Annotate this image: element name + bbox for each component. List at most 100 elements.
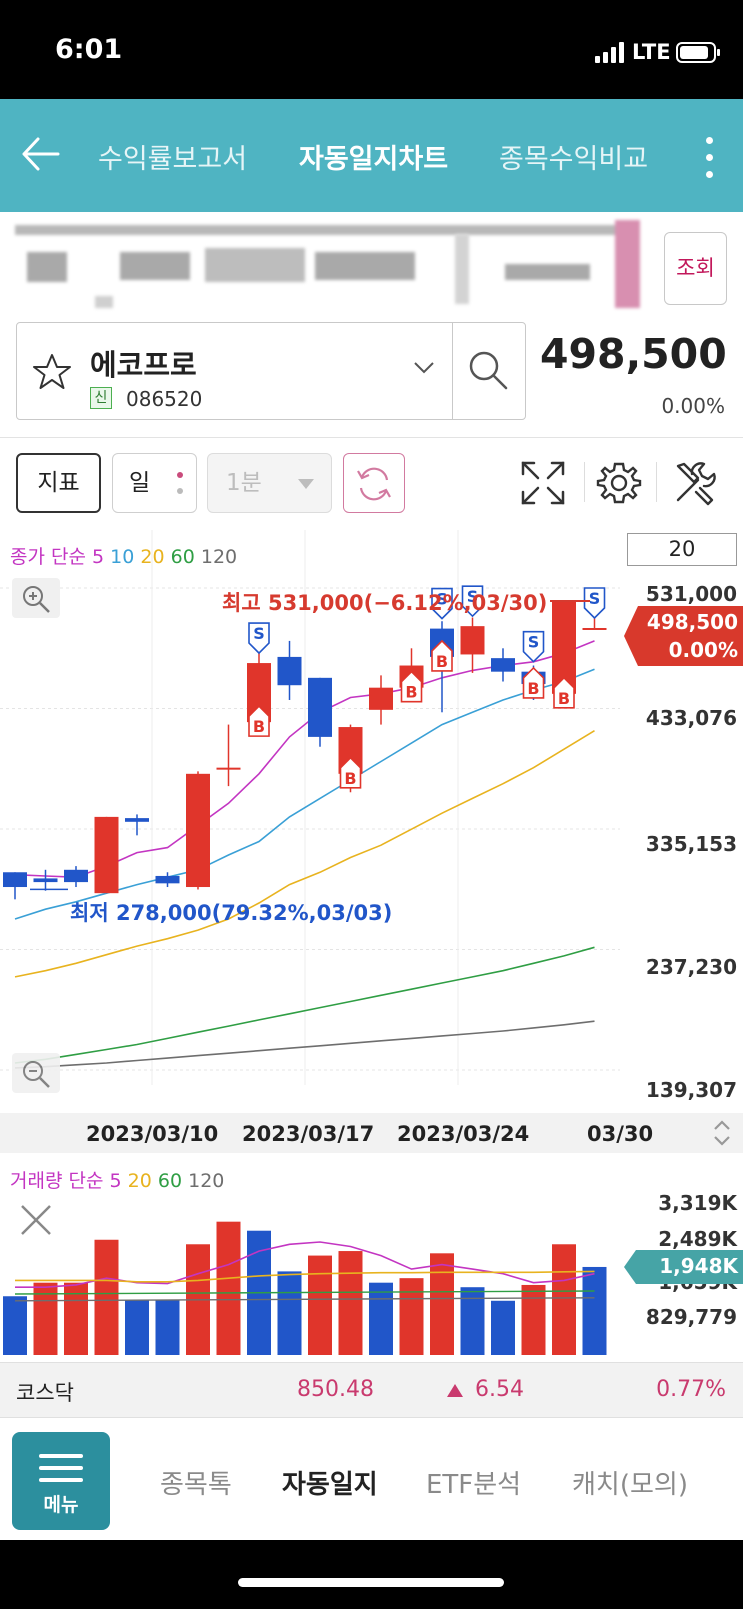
nav-etf-analysis[interactable]: ETF분석	[426, 1464, 521, 1501]
volume-current-value: 1,948K	[659, 1254, 738, 1278]
volume-legend-ma5: 5	[109, 1170, 122, 1192]
candle-body	[125, 818, 149, 822]
zoom-out-icon	[23, 1061, 50, 1088]
volume-bar	[491, 1300, 515, 1355]
volume-bar	[521, 1284, 546, 1355]
marker-label: B	[436, 652, 448, 671]
zoom-out-button[interactable]	[12, 1053, 60, 1093]
low-annotation: 최저 278,000(79.32%,03/03)	[70, 901, 393, 925]
star-favorite-icon[interactable]	[32, 352, 72, 392]
nav-stock-talk[interactable]: 종목톡	[160, 1464, 232, 1501]
volume-legend-prefix: 거래량 단순	[10, 1170, 104, 1192]
candle-body	[3, 872, 27, 888]
marker-label: B	[344, 769, 356, 788]
tab-profit-report[interactable]: 수익률보고서	[98, 137, 247, 176]
candle-body	[64, 869, 88, 883]
marker-label: S	[589, 589, 601, 608]
volume-legend: 거래량 단순 5 20 60 120	[10, 1166, 224, 1193]
menu-button[interactable]: 메뉴	[12, 1432, 110, 1530]
caret-down-icon	[298, 479, 314, 489]
marker-label: B	[253, 717, 265, 736]
home-indicator-area	[0, 1540, 743, 1609]
back-arrow-icon[interactable]	[20, 133, 62, 175]
tab-auto-journal-chart[interactable]: 자동일지차트	[299, 137, 448, 176]
market-change-pct: 0.77%	[656, 1377, 726, 1402]
sell-marker: S	[522, 630, 545, 663]
nav-auto-journal[interactable]: 자동일지	[282, 1464, 378, 1501]
period-label: 일	[129, 470, 151, 496]
chevron-down-icon[interactable]	[412, 360, 436, 376]
tab-stock-profit-compare[interactable]: 종목수익비교	[499, 137, 648, 176]
account-selector[interactable]	[15, 220, 655, 315]
zoom-in-button[interactable]	[12, 578, 60, 618]
period-selector[interactable]: 일	[112, 453, 197, 513]
current-price: 498,500	[540, 330, 727, 378]
inquiry-button[interactable]: 조회	[664, 232, 727, 305]
up-triangle-icon	[447, 1384, 463, 1397]
volume-bar	[582, 1266, 607, 1355]
volume-bar	[216, 1221, 241, 1355]
candle-body	[155, 875, 180, 884]
x-tick-date: 2023/03/10	[86, 1122, 219, 1146]
volume-bar	[155, 1299, 180, 1355]
x-tick-date: 2023/03/24	[397, 1122, 530, 1146]
market-change: 6.54	[475, 1377, 524, 1402]
refresh-button[interactable]	[343, 453, 405, 513]
y-tick-price: 531,000	[645, 582, 737, 606]
candle-body	[582, 627, 607, 630]
candle-body	[308, 677, 332, 737]
selector-divider	[452, 322, 453, 420]
candle-body	[186, 773, 210, 888]
scroll-updown-icon[interactable]	[712, 1118, 732, 1148]
fullscreen-icon[interactable]	[518, 458, 568, 508]
stock-code: 086520	[126, 387, 203, 411]
market-index-bar[interactable]: 코스닥 850.48 6.54 0.77%	[0, 1362, 743, 1418]
gear-icon[interactable]	[596, 460, 642, 506]
candle-body	[94, 816, 119, 894]
y-tick-price: 433,076	[645, 706, 737, 730]
volume-bar	[338, 1251, 363, 1355]
price-change-pct: 0.00%	[661, 394, 725, 418]
volume-legend-ma60: 60	[157, 1170, 183, 1192]
marker-label: B	[527, 679, 539, 698]
battery-icon	[676, 42, 720, 63]
network-type: LTE	[632, 40, 671, 64]
current-price-tag-pct: 0.00%	[668, 638, 738, 662]
zoom-in-icon	[23, 586, 50, 613]
volume-legend-ma120: 120	[188, 1170, 225, 1192]
status-time: 6:01	[55, 34, 123, 65]
more-menu-icon[interactable]	[703, 135, 717, 181]
volume-bar	[94, 1239, 119, 1355]
y-tick-price: 237,230	[645, 955, 737, 979]
tools-icon[interactable]	[672, 460, 718, 506]
volume-bar	[552, 1244, 576, 1355]
interval-selector: 1분	[207, 453, 332, 513]
current-price-tag-value: 498,500	[646, 610, 738, 634]
y-tick-volume: 3,319K	[658, 1191, 737, 1215]
refresh-icon	[357, 467, 391, 501]
toolbar-divider	[0, 437, 743, 438]
toolbar-sep	[656, 462, 657, 502]
volume-bar	[430, 1253, 454, 1355]
marker-label: S	[253, 624, 265, 643]
indicator-button[interactable]: 지표	[16, 453, 101, 513]
search-icon[interactable]	[466, 348, 510, 392]
volume-bar	[308, 1255, 332, 1355]
volume-bar	[369, 1282, 393, 1355]
y-tick-volume: 829,779	[645, 1305, 737, 1329]
credit-badge: 신	[90, 387, 112, 409]
volume-bar	[460, 1287, 485, 1355]
volume-legend-ma20: 20	[127, 1170, 152, 1192]
volume-bar	[277, 1271, 302, 1355]
nav-catch-mock[interactable]: 캐치(모의)	[572, 1464, 688, 1501]
candle-body	[33, 878, 58, 883]
y-tick-volume: 2,489K	[658, 1227, 737, 1251]
marker-label: B	[558, 689, 570, 708]
candle-body	[277, 656, 302, 686]
volume-bar	[399, 1278, 424, 1355]
market-name: 코스닥	[16, 1381, 74, 1405]
x-tick-date: 03/30	[587, 1122, 654, 1146]
period-dots-icon	[177, 472, 183, 496]
marker-label: B	[405, 683, 417, 702]
current-price-tag: 498,500 0.00%	[624, 606, 743, 666]
